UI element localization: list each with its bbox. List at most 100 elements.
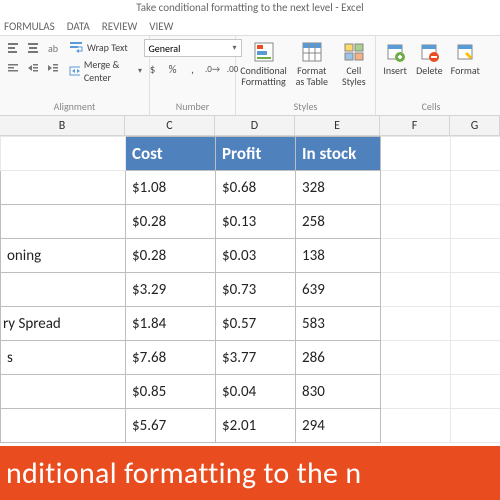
merge-label: Merge & Center xyxy=(84,58,134,84)
cell[interactable] xyxy=(451,307,500,341)
cell[interactable]: ry Spread xyxy=(1,307,126,341)
align-left-icon[interactable] xyxy=(4,59,22,77)
cell[interactable]: $0.03 xyxy=(216,239,296,273)
cell[interactable]: $5.67 xyxy=(126,409,216,443)
cell[interactable] xyxy=(451,137,500,171)
cell[interactable] xyxy=(381,409,451,443)
cell[interactable] xyxy=(1,205,126,239)
cell[interactable] xyxy=(1,375,126,409)
increase-decimal-button[interactable]: .0→ xyxy=(204,60,222,78)
align-middle-icon[interactable] xyxy=(24,39,42,57)
wrap-text-label: Wrap Text xyxy=(87,41,128,54)
cell[interactable]: $0.28 xyxy=(126,239,216,273)
cell[interactable]: 258 xyxy=(296,205,381,239)
format-label: Format xyxy=(451,65,480,76)
cell[interactable] xyxy=(451,239,500,273)
group-styles: Conditional Formatting Format as Table C… xyxy=(236,36,376,115)
cond-fmt-label: Conditional Formatting xyxy=(240,65,287,87)
cell[interactable]: $2.01 xyxy=(216,409,296,443)
increase-indent-icon[interactable] xyxy=(44,59,62,77)
table-row: ry Spread $1.84 $0.57 583 xyxy=(1,307,500,341)
cell-styles-label: Cell Styles xyxy=(337,65,371,87)
cell[interactable]: 583 xyxy=(296,307,381,341)
cell[interactable]: $0.85 xyxy=(126,375,216,409)
cell[interactable] xyxy=(381,341,451,375)
cell[interactable]: $3.29 xyxy=(126,273,216,307)
cell[interactable] xyxy=(451,171,500,205)
orientation-icon[interactable]: ab xyxy=(44,39,62,57)
fmt-table-label: Format as Table xyxy=(295,65,329,87)
cell[interactable] xyxy=(381,307,451,341)
cell[interactable] xyxy=(451,205,500,239)
group-cells: Insert Delete Format Cells xyxy=(376,36,486,115)
cell[interactable]: $1.84 xyxy=(126,307,216,341)
decrease-indent-icon[interactable] xyxy=(24,59,42,77)
merge-center-button[interactable]: Merge & Center ▾ xyxy=(66,57,145,85)
cell[interactable] xyxy=(1,171,126,205)
wrap-text-button[interactable]: Wrap Text xyxy=(66,39,145,55)
table-row: $5.67 $2.01 294 xyxy=(1,409,500,443)
cell[interactable] xyxy=(381,239,451,273)
cell[interactable] xyxy=(1,137,126,171)
cell[interactable]: oning xyxy=(1,239,126,273)
format-as-table-button[interactable]: Format as Table xyxy=(293,39,331,89)
percent-format-button[interactable]: % xyxy=(164,60,182,78)
cell[interactable] xyxy=(451,409,500,443)
cell[interactable] xyxy=(451,375,500,409)
cell[interactable]: $0.28 xyxy=(126,205,216,239)
comma-format-button[interactable]: , xyxy=(184,60,202,78)
cell[interactable]: $3.77 xyxy=(216,341,296,375)
colhead-d[interactable]: D xyxy=(215,116,295,136)
insert-button[interactable]: Insert xyxy=(380,39,410,78)
number-format-dropdown[interactable]: General ▾ xyxy=(144,39,242,57)
cell[interactable] xyxy=(451,341,500,375)
accounting-format-button[interactable]: $ xyxy=(144,60,162,78)
cell[interactable] xyxy=(381,205,451,239)
conditional-formatting-button[interactable]: Conditional Formatting xyxy=(238,39,289,89)
cell[interactable]: 286 xyxy=(296,341,381,375)
header-profit[interactable]: Profit xyxy=(216,137,296,171)
colhead-f[interactable]: F xyxy=(380,116,450,136)
cell[interactable]: $1.08 xyxy=(126,171,216,205)
cell[interactable]: 830 xyxy=(296,375,381,409)
format-table-icon xyxy=(301,41,323,63)
align-top-icon[interactable] xyxy=(4,39,22,57)
tab-formulas[interactable]: FORMULAS xyxy=(4,20,55,33)
tab-data[interactable]: DATA xyxy=(67,20,90,33)
merge-icon xyxy=(69,64,80,78)
cell[interactable]: $0.73 xyxy=(216,273,296,307)
tab-view[interactable]: VIEW xyxy=(149,20,173,33)
insert-icon xyxy=(384,41,406,63)
cell[interactable]: s xyxy=(1,341,126,375)
wrap-text-icon xyxy=(69,40,83,54)
colhead-c[interactable]: C xyxy=(125,116,215,136)
colhead-g[interactable]: G xyxy=(450,116,500,136)
svg-text:ab: ab xyxy=(48,42,58,54)
colhead-e[interactable]: E xyxy=(295,116,380,136)
cell[interactable]: $0.68 xyxy=(216,171,296,205)
cell[interactable]: $0.04 xyxy=(216,375,296,409)
cell[interactable]: 294 xyxy=(296,409,381,443)
cell[interactable]: $0.13 xyxy=(216,205,296,239)
cell[interactable] xyxy=(451,273,500,307)
cell[interactable] xyxy=(1,273,126,307)
cell[interactable] xyxy=(381,171,451,205)
cell-styles-button[interactable]: Cell Styles xyxy=(335,39,373,89)
cell[interactable]: $0.57 xyxy=(216,307,296,341)
format-button[interactable]: Format xyxy=(449,39,482,78)
cell[interactable] xyxy=(1,409,126,443)
header-instock[interactable]: In stock xyxy=(296,137,381,171)
colhead-b[interactable]: B xyxy=(0,116,125,136)
cell[interactable] xyxy=(381,375,451,409)
cell[interactable]: 639 xyxy=(296,273,381,307)
cell[interactable] xyxy=(381,137,451,171)
header-cost[interactable]: Cost xyxy=(126,137,216,171)
cell[interactable]: 138 xyxy=(296,239,381,273)
delete-button[interactable]: Delete xyxy=(414,39,445,78)
spreadsheet-grid[interactable]: B C D E F G Cost Profit In stock $1.08 $… xyxy=(0,116,500,443)
cell[interactable] xyxy=(381,273,451,307)
cell[interactable]: $7.68 xyxy=(126,341,216,375)
tutorial-banner: nditional formatting to the n xyxy=(0,446,500,500)
cell[interactable]: 328 xyxy=(296,171,381,205)
tab-review[interactable]: REVIEW xyxy=(102,20,138,33)
